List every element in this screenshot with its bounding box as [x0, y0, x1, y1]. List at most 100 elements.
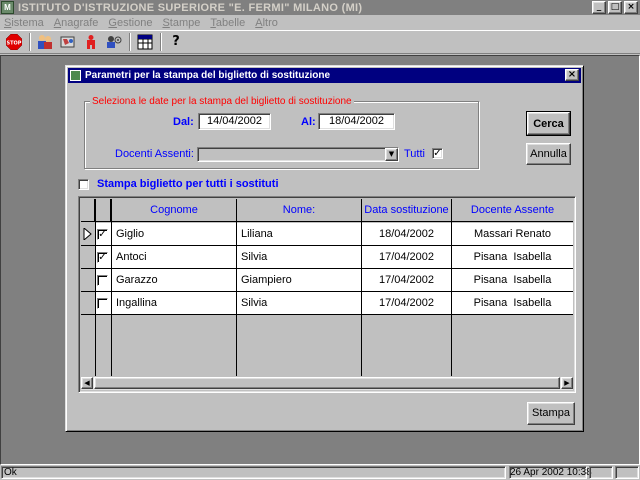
cell-nome[interactable]: Silvia [237, 292, 361, 315]
row-checkbox[interactable] [97, 275, 108, 286]
people-button[interactable] [34, 32, 56, 52]
grid-line [451, 199, 452, 376]
horizontal-scrollbar[interactable]: ◀ ▶ [81, 377, 573, 390]
row-checkbox[interactable]: ✓ [97, 229, 108, 240]
puzzle-button[interactable] [57, 32, 79, 52]
check-icon: ✓ [433, 148, 442, 159]
dialog-title-bar: Parametri per la stampa del biglietto di… [68, 68, 581, 83]
row-checkbox[interactable] [97, 298, 108, 309]
menu-anagrafe[interactable]: Anagrafe [54, 17, 99, 29]
app-icon[interactable]: M [1, 1, 14, 14]
grid-button[interactable] [134, 32, 156, 52]
grid-line [236, 199, 237, 376]
stampa-button[interactable]: Stampa [527, 402, 575, 425]
row-indicator[interactable] [81, 223, 95, 246]
cell-nome[interactable]: Liliana [237, 223, 361, 246]
stop-icon: STOP [6, 34, 22, 50]
help-button[interactable]: ? [165, 32, 187, 52]
cerca-button-label: Cerca [527, 112, 570, 135]
minimize-button[interactable]: _ [592, 1, 606, 14]
cell-cognome[interactable]: Garazzo [112, 269, 236, 292]
dal-label: Dal: [173, 116, 194, 128]
red-figure-button[interactable] [80, 32, 102, 52]
dal-date-input[interactable]: 14/04/2002 [198, 113, 271, 130]
app-title-bar: M ISTITUTO D'ISTRUZIONE SUPERIORE "E. FE… [0, 0, 640, 15]
cell-cognome[interactable]: Antoci [112, 246, 236, 269]
row-checkbox-cell [96, 292, 111, 315]
app-title: ISTITUTO D'ISTRUZIONE SUPERIORE "E. FERM… [18, 1, 363, 14]
close-button[interactable]: × [624, 1, 638, 14]
cell-nome[interactable]: Giampiero [237, 269, 361, 292]
toolbar-separator [129, 33, 131, 51]
row-checkbox-cell: ✓ [96, 223, 111, 246]
cell-data[interactable]: 18/04/2002 [362, 223, 451, 246]
red-figure-icon [87, 35, 95, 49]
menu-altro[interactable]: Altro [255, 17, 278, 29]
print-parameters-dialog: Parametri per la stampa del biglietto di… [65, 65, 584, 432]
annulla-button[interactable]: Annulla [526, 143, 571, 165]
cell-docente[interactable]: Massari Renato [452, 223, 573, 246]
cell-data[interactable]: 17/04/2002 [362, 269, 451, 292]
scroll-left-icon[interactable]: ◀ [81, 377, 93, 389]
table-row[interactable]: Ingallina Silvia 17/04/2002 Pisana Isabella [81, 292, 573, 315]
table-row[interactable]: ✓ Antoci Silvia 17/04/2002 Pisana Isabella [81, 246, 573, 269]
status-text: Ok [1, 466, 506, 479]
cell-data[interactable]: 17/04/2002 [362, 246, 451, 269]
cell-data[interactable]: 17/04/2002 [362, 292, 451, 315]
toolbar: STOP ? [0, 30, 640, 54]
substitution-grid: Cognome Nome: Data sostituzione Docente … [78, 196, 576, 393]
row-indicator[interactable] [81, 269, 95, 292]
tutti-checkbox[interactable]: ✓ [432, 148, 443, 159]
grid-header-cognome[interactable]: Cognome [112, 199, 236, 222]
menu-tabelle[interactable]: Tabelle [210, 17, 245, 29]
al-label: Al: [301, 116, 316, 128]
al-date-input[interactable]: 18/04/2002 [318, 113, 395, 130]
grid-header-data[interactable]: Data sostituzione [362, 199, 451, 222]
stampa-tutti-checkbox[interactable] [78, 179, 89, 190]
table-row[interactable]: ✓ Giglio Liliana 18/04/2002 Massari Renato [81, 223, 573, 246]
stop-button[interactable]: STOP [3, 32, 25, 52]
grid-header-check [96, 199, 111, 222]
status-panel [589, 466, 613, 479]
row-checkbox[interactable]: ✓ [97, 252, 108, 263]
dropdown-arrow-icon[interactable]: ▼ [385, 148, 398, 161]
scroll-right-icon[interactable]: ▶ [561, 377, 573, 389]
row-indicator[interactable] [81, 246, 95, 269]
grid-icon [137, 34, 153, 50]
current-row-icon [83, 228, 92, 240]
cell-docente[interactable]: Pisana Isabella [452, 269, 573, 292]
stop-label: STOP [7, 41, 22, 47]
scroll-thumb[interactable] [94, 377, 560, 389]
users-gear-button[interactable] [103, 32, 125, 52]
cerca-button[interactable]: Cerca [526, 111, 571, 136]
stampa-tutti-label: Stampa biglietto per tutti i sostituti [97, 178, 279, 190]
grid-header-docente[interactable]: Docente Assente [452, 199, 573, 222]
grid-line [111, 199, 112, 376]
help-icon: ? [172, 34, 180, 49]
docenti-assenti-select[interactable]: ▼ [197, 147, 399, 162]
grid-header-indicator [81, 199, 95, 222]
tutti-label: Tutti [404, 148, 425, 160]
users-gear-icon [107, 36, 122, 48]
cell-nome[interactable]: Silvia [237, 246, 361, 269]
status-panel [615, 466, 639, 479]
cell-docente[interactable]: Pisana Isabella [452, 292, 573, 315]
dialog-close-button[interactable]: × [565, 69, 579, 81]
toolbar-separator [160, 33, 162, 51]
menu-gestione[interactable]: Gestione [108, 17, 152, 29]
cell-docente[interactable]: Pisana Isabella [452, 246, 573, 269]
cell-cognome[interactable]: Giglio [112, 223, 236, 246]
cell-cognome[interactable]: Ingallina [112, 292, 236, 315]
status-bar: Ok 26 Apr 2002 10:38 [0, 465, 640, 480]
dialog-icon [70, 70, 81, 81]
menu-sistema[interactable]: Sistema [4, 17, 44, 29]
maximize-button[interactable]: □ [608, 1, 622, 14]
toolbar-separator [29, 33, 31, 51]
row-indicator[interactable] [81, 292, 95, 315]
group-legend: Seleziona le date per la stampa del bigl… [90, 96, 354, 107]
menu-bar: Sistema Anagrafe Gestione Stampe Tabelle… [0, 15, 640, 30]
table-row[interactable]: Garazzo Giampiero 17/04/2002 Pisana Isabell… [81, 269, 573, 292]
menu-stampe[interactable]: Stampe [162, 17, 200, 29]
grid-line [361, 199, 362, 376]
grid-header-nome[interactable]: Nome: [237, 199, 361, 222]
